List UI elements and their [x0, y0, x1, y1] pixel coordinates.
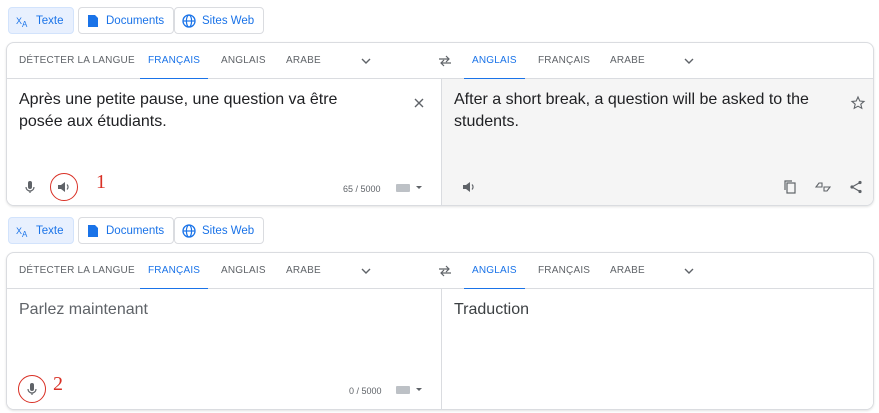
target-text: After a short break, a question will be … [454, 91, 809, 130]
svg-text:A: A [22, 230, 28, 238]
source-pane[interactable]: Parlez maintenant 2 0 / 5000 [7, 289, 441, 409]
mode-text-label: Texte [36, 14, 64, 27]
globe-icon [182, 13, 196, 28]
mode-websites-label: Sites Web [202, 224, 255, 237]
mode-text-button[interactable]: XA Texte [8, 7, 74, 34]
tab-target-english[interactable]: ANGLAIS [464, 253, 525, 290]
close-icon[interactable] [411, 95, 427, 111]
translate-icon: XA [16, 224, 30, 238]
keyboard-icon[interactable] [396, 385, 424, 395]
character-counter: 65 / 5000 [343, 184, 381, 194]
tab-target-arabic[interactable]: ARABE [610, 43, 645, 79]
chevron-down-icon[interactable] [683, 55, 695, 67]
swap-languages-icon[interactable] [438, 55, 452, 67]
tab-target-french[interactable]: FRANÇAIS [538, 43, 590, 79]
speaker-icon[interactable] [461, 179, 477, 195]
share-icon[interactable] [848, 179, 864, 195]
language-bar: DÉTECTER LA LANGUE FRANÇAIS ANGLAIS ARAB… [7, 253, 873, 290]
translate-panel-bottom: DÉTECTER LA LANGUE FRANÇAIS ANGLAIS ARAB… [6, 252, 874, 410]
target-pane: Traduction [441, 289, 873, 409]
tab-target-arabic[interactable]: ARABE [610, 253, 645, 289]
mode-text-button[interactable]: XA Texte [8, 217, 74, 244]
source-text[interactable]: Après une petite pause, une question va … [19, 89, 384, 133]
translate-screenshot: XA Texte Documents Sites Web DÉTECTER LA… [0, 0, 879, 413]
annotation-number-2: 2 [53, 373, 63, 395]
translate-panel-top: DÉTECTER LA LANGUE FRANÇAIS ANGLAIS ARAB… [6, 42, 874, 206]
document-icon [86, 14, 100, 28]
mode-text-label: Texte [36, 224, 64, 237]
tab-source-english[interactable]: ANGLAIS [221, 43, 266, 79]
chevron-down-icon[interactable] [683, 265, 695, 277]
mode-documents-button[interactable]: Documents [78, 7, 175, 34]
chevron-down-icon[interactable] [360, 265, 372, 277]
star-icon[interactable] [850, 95, 866, 111]
globe-icon [182, 223, 196, 238]
mode-bar-top: XA Texte Documents Sites Web [0, 0, 879, 40]
annotation-circle-1 [50, 173, 78, 201]
translate-icon: XA [16, 14, 30, 28]
tab-source-french[interactable]: FRANÇAIS [139, 43, 209, 80]
svg-text:A: A [22, 20, 28, 28]
annotation-circle-2 [18, 375, 46, 403]
mode-documents-label: Documents [106, 224, 165, 237]
tab-source-english[interactable]: ANGLAIS [221, 253, 266, 289]
chevron-down-icon[interactable] [360, 55, 372, 67]
source-pane[interactable]: Après une petite pause, une question va … [7, 79, 441, 205]
mode-bar-bottom: XA Texte Documents Sites Web [0, 210, 879, 250]
mode-documents-button[interactable]: Documents [78, 217, 175, 244]
source-placeholder[interactable]: Parlez maintenant [19, 299, 148, 321]
character-counter: 0 / 5000 [349, 386, 382, 396]
mode-documents-label: Documents [106, 14, 165, 27]
microphone-icon[interactable] [22, 179, 38, 195]
mode-websites-button[interactable]: Sites Web [174, 7, 265, 34]
tab-detect-language[interactable]: DÉTECTER LA LANGUE [19, 43, 135, 79]
swap-languages-icon[interactable] [438, 265, 452, 277]
keyboard-icon[interactable] [396, 183, 424, 193]
mode-websites-label: Sites Web [202, 14, 255, 27]
mode-websites-button[interactable]: Sites Web [174, 217, 265, 244]
tab-source-french[interactable]: FRANÇAIS [139, 253, 209, 290]
language-bar: DÉTECTER LA LANGUE FRANÇAIS ANGLAIS ARAB… [7, 43, 873, 80]
feedback-icon[interactable] [815, 179, 831, 195]
document-icon [86, 224, 100, 238]
tab-source-arabic[interactable]: ARABE [286, 253, 321, 289]
copy-icon[interactable] [782, 179, 798, 195]
tab-source-arabic[interactable]: ARABE [286, 43, 321, 79]
target-placeholder: Traduction [454, 301, 529, 318]
tab-detect-language[interactable]: DÉTECTER LA LANGUE [19, 253, 135, 289]
tab-target-english[interactable]: ANGLAIS [464, 43, 525, 80]
annotation-number-1: 1 [96, 171, 106, 193]
tab-target-french[interactable]: FRANÇAIS [538, 253, 590, 289]
target-pane: After a short break, a question will be … [441, 79, 873, 205]
